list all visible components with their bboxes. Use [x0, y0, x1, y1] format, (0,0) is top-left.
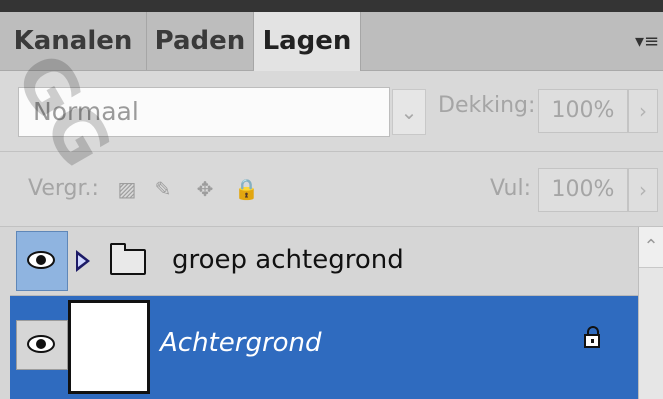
layer-name[interactable]: Achtergrond [160, 328, 322, 358]
layer-name[interactable]: groep achtegrond [172, 245, 404, 275]
eye-icon [27, 335, 55, 353]
lock-icon[interactable]: 🔒 [234, 178, 259, 200]
opacity-label: Dekking: [438, 93, 536, 118]
fill-label: Vul: [490, 176, 532, 201]
visibility-toggle[interactable] [16, 231, 68, 291]
window-titlebar [0, 0, 663, 12]
expand-triangle-inner [78, 255, 86, 267]
folder-icon [110, 243, 146, 275]
opacity-slider-button[interactable]: › [628, 89, 658, 133]
opacity-field[interactable]: 100% [538, 89, 628, 133]
tab-paden[interactable]: Paden [147, 12, 254, 70]
move-icon[interactable]: ✥ [194, 178, 216, 200]
panel-menu-icon[interactable]: ▾≡ [635, 32, 659, 52]
fill-slider-button[interactable]: › [628, 168, 658, 212]
layer-row-group[interactable]: groep achtegrond [10, 227, 638, 296]
layer-row-background[interactable]: Achtergrond [10, 296, 638, 399]
lock-fill-row: Vergr.: ▨ ✎ ✥ 🔒 Vul: 100% › [0, 152, 663, 227]
layer-thumbnail [68, 300, 150, 394]
lock-label: Vergr.: [28, 176, 99, 201]
eye-icon [27, 251, 55, 269]
panel-tabs: Kanalen Paden Lagen ▾≡ [0, 12, 663, 71]
layer-lock-icon [584, 326, 600, 348]
layers-panel: Kanalen Paden Lagen ▾≡ Normaal ⌄ Dekking… [0, 0, 663, 399]
fill-field[interactable]: 100% [538, 168, 628, 212]
blend-mode-dropdown-button[interactable]: ⌄ [392, 89, 426, 135]
brush-icon[interactable]: ✎ [152, 178, 174, 200]
lock-keyhole [591, 339, 594, 343]
visibility-toggle[interactable] [16, 320, 68, 370]
lock-transparent-icon[interactable]: ▨ [116, 178, 138, 200]
layers-scrollbar[interactable]: ⌃ [638, 227, 663, 399]
scroll-up-icon[interactable]: ⌃ [639, 227, 663, 268]
tab-lagen[interactable]: Lagen [254, 12, 361, 71]
